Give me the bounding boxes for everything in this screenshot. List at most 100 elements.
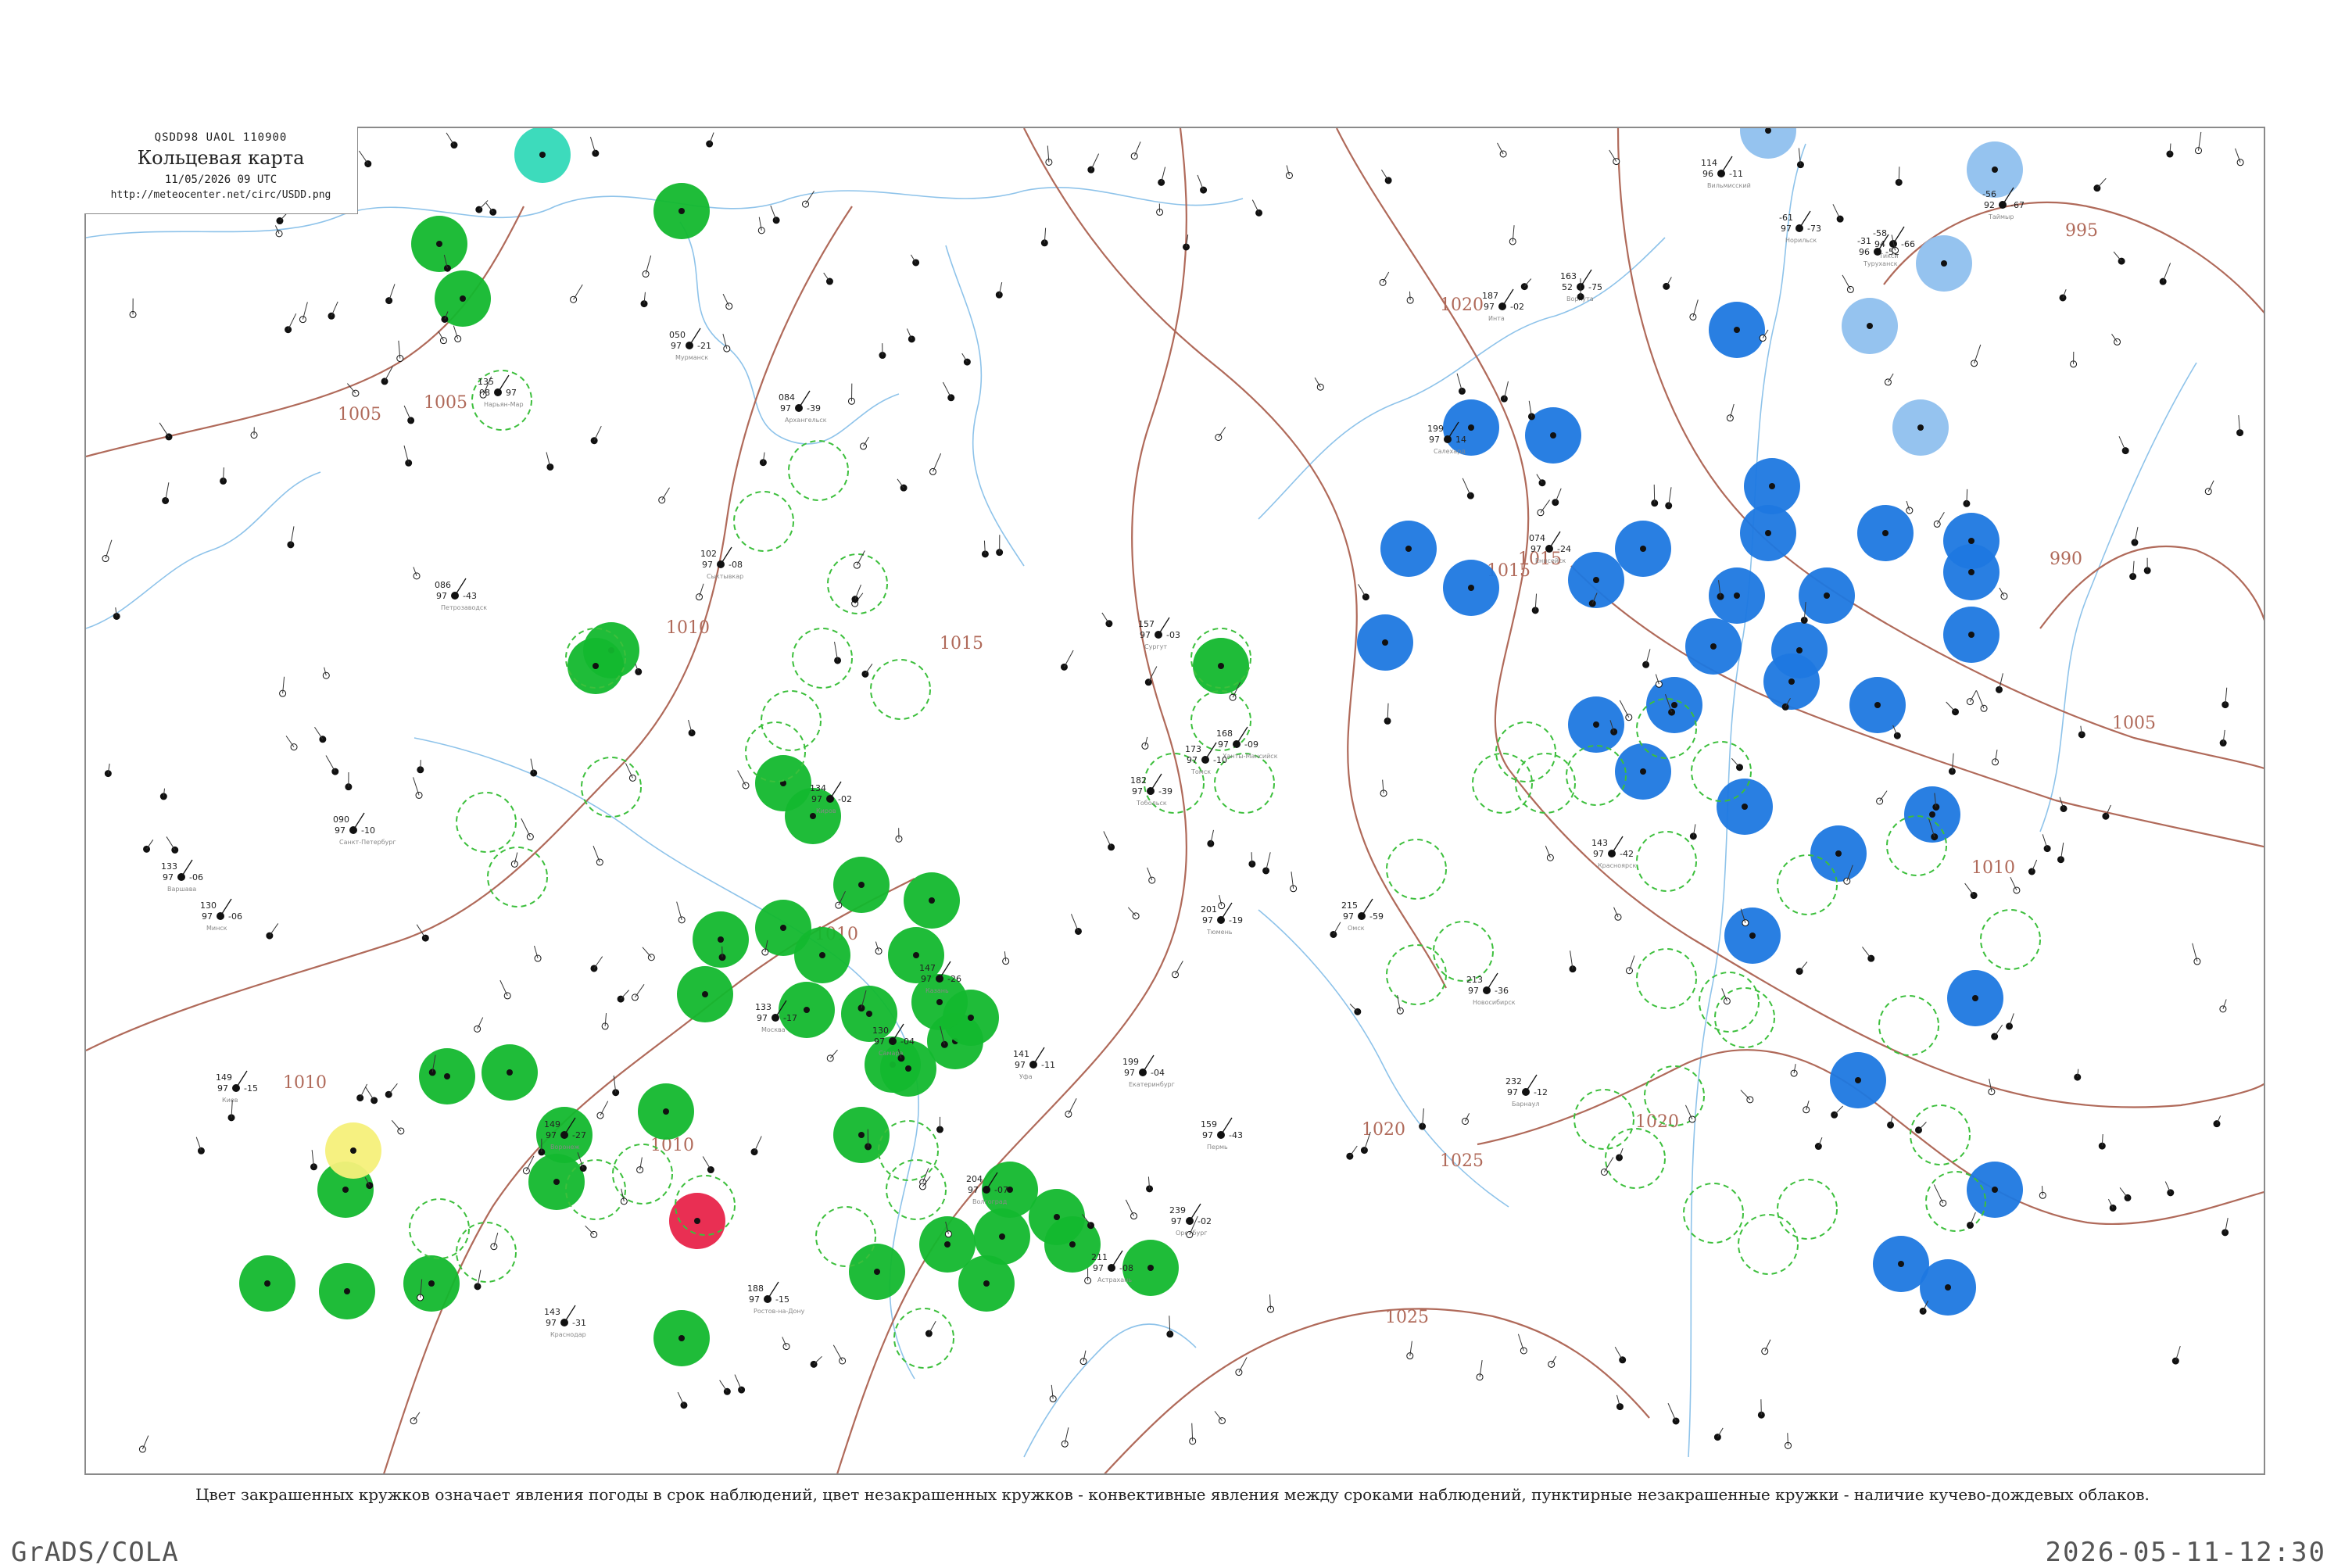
station-plot[interactable]: 13097-06Минск <box>200 899 242 932</box>
weather-marker[interactable] <box>1615 521 1671 577</box>
weather-marker[interactable] <box>1857 505 1914 561</box>
weather-marker[interactable] <box>1947 970 2003 1026</box>
cb-cloud-ring[interactable] <box>886 1160 946 1219</box>
cb-cloud-ring[interactable] <box>816 1207 875 1266</box>
cb-cloud-ring[interactable] <box>456 1223 516 1282</box>
cb-cloud-ring[interactable] <box>1981 910 2040 969</box>
cb-cloud-ring[interactable] <box>734 492 793 551</box>
weather-marker[interactable] <box>653 183 710 239</box>
weather-marker[interactable] <box>1724 908 1781 964</box>
cb-cloud-ring[interactable] <box>1637 832 1696 891</box>
station-plot[interactable]: 18297-39Тобольск <box>1130 774 1172 807</box>
weather-marker[interactable] <box>1892 399 1949 456</box>
weather-marker[interactable] <box>1943 607 2000 663</box>
weather-marker[interactable] <box>1615 743 1671 800</box>
weather-marker[interactable] <box>794 927 850 983</box>
weather-marker[interactable] <box>669 1193 725 1249</box>
weather-marker[interactable] <box>1568 696 1624 753</box>
weather-marker[interactable] <box>841 986 897 1042</box>
weather-marker[interactable] <box>1799 567 1855 624</box>
station-plot[interactable]: 18897-15Ростов-на-Дону <box>747 1282 805 1315</box>
weather-marker[interactable] <box>1568 552 1624 608</box>
cb-cloud-ring[interactable] <box>488 847 547 907</box>
weather-marker[interactable] <box>1380 521 1437 577</box>
station-plot[interactable]: 13497-02Киров <box>810 782 852 814</box>
station-plot[interactable]: 08497-39Архангельск <box>779 391 827 424</box>
weather-marker[interactable] <box>833 1107 890 1163</box>
weather-marker[interactable] <box>1810 825 1867 882</box>
station-plot[interactable]: 14997-15Киев <box>216 1071 258 1104</box>
cb-cloud-ring[interactable] <box>1574 1090 1634 1149</box>
station-plot[interactable]: 14397-31Краснодар <box>544 1305 586 1338</box>
cb-cloud-ring[interactable] <box>1778 855 1837 915</box>
station-plot[interactable]: 09097-10Санкт-Петербург <box>333 813 396 846</box>
cb-cloud-ring[interactable] <box>789 441 848 500</box>
weather-marker[interactable] <box>1920 1259 1976 1316</box>
cb-cloud-ring[interactable] <box>456 793 516 852</box>
station-plot[interactable]: 21397-36Новосибирск <box>1466 973 1516 1006</box>
weather-marker[interactable] <box>514 128 571 183</box>
cb-cloud-ring[interactable] <box>1738 1215 1798 1274</box>
synoptic-map[interactable]: 1005100510101010101010101015101510151020… <box>84 127 2265 1475</box>
cb-cloud-ring[interactable] <box>1879 996 1939 1055</box>
cb-cloud-ring[interactable] <box>1715 988 1774 1047</box>
station-plot[interactable]: 11496-11Вильмисский <box>1701 156 1751 189</box>
weather-marker[interactable] <box>880 1040 936 1097</box>
weather-marker[interactable] <box>1685 618 1742 675</box>
cb-cloud-ring[interactable] <box>871 660 930 719</box>
station-plot[interactable]: 14197-11Уфа <box>1013 1047 1055 1080</box>
station-plot[interactable]: 08697-43Петрозаводск <box>435 578 487 611</box>
cb-cloud-ring[interactable] <box>894 1308 954 1368</box>
station-plot[interactable]: 23297-12Барнаул <box>1505 1075 1548 1108</box>
weather-marker[interactable] <box>1849 677 1906 733</box>
weather-marker[interactable] <box>904 872 960 929</box>
weather-marker[interactable] <box>411 216 467 272</box>
weather-marker[interactable] <box>419 1048 475 1104</box>
station-plot[interactable]: -6197-73Норильск <box>1779 211 1821 244</box>
cb-cloud-ring[interactable] <box>1516 754 1575 813</box>
cb-cloud-ring[interactable] <box>582 757 641 817</box>
weather-marker[interactable] <box>1443 560 1499 616</box>
weather-marker[interactable] <box>1709 302 1765 358</box>
station-plot[interactable]: 05097-21Мурманск <box>669 328 711 361</box>
weather-marker[interactable] <box>677 966 733 1022</box>
map-canvas[interactable]: 1005100510101010101010101015101510151020… <box>86 128 2265 1475</box>
weather-marker[interactable] <box>779 982 835 1038</box>
cb-cloud-ring[interactable] <box>1684 1183 1743 1243</box>
weather-marker[interactable] <box>1740 128 1796 159</box>
weather-marker[interactable] <box>653 1310 710 1366</box>
station-plot[interactable]: 13397-06Варшава <box>161 860 203 893</box>
cb-cloud-ring[interactable] <box>1606 1129 1665 1188</box>
weather-marker[interactable] <box>1763 653 1820 710</box>
cb-cloud-ring[interactable] <box>761 691 821 750</box>
weather-marker[interactable] <box>1830 1052 1886 1108</box>
cb-cloud-ring[interactable] <box>1434 922 1493 981</box>
weather-marker[interactable] <box>1943 544 2000 600</box>
weather-marker[interactable] <box>528 1154 585 1210</box>
cb-cloud-ring[interactable] <box>1387 839 1446 899</box>
cb-cloud-ring[interactable] <box>1496 722 1556 782</box>
weather-marker[interactable] <box>1357 614 1413 671</box>
station-plot[interactable]: 15797-03Сургут <box>1138 618 1180 650</box>
weather-marker[interactable] <box>1646 677 1702 733</box>
weather-marker[interactable] <box>482 1044 538 1101</box>
weather-marker[interactable] <box>638 1083 694 1140</box>
station-plot[interactable]: 07497-24Енисейск <box>1529 532 1571 564</box>
cb-cloud-ring[interactable] <box>1637 949 1696 1008</box>
weather-marker[interactable] <box>1717 779 1773 835</box>
station-plot[interactable]: 21597-59Омск <box>1341 899 1384 932</box>
weather-marker[interactable] <box>325 1122 381 1179</box>
weather-marker[interactable] <box>319 1263 375 1319</box>
weather-marker[interactable] <box>1967 1162 2023 1218</box>
weather-marker[interactable] <box>1740 505 1796 561</box>
cb-cloud-ring[interactable] <box>410 1199 469 1258</box>
cb-cloud-ring[interactable] <box>1387 945 1446 1004</box>
cb-cloud-ring[interactable] <box>1778 1180 1837 1239</box>
station-plot[interactable]: 19997-04Екатеринбург <box>1122 1055 1175 1088</box>
weather-marker[interactable] <box>239 1255 295 1312</box>
weather-marker[interactable] <box>958 1255 1015 1312</box>
weather-marker[interactable] <box>403 1255 460 1312</box>
weather-marker[interactable] <box>1842 298 1898 354</box>
weather-marker[interactable] <box>567 638 624 694</box>
cb-cloud-ring[interactable] <box>1910 1105 1970 1165</box>
